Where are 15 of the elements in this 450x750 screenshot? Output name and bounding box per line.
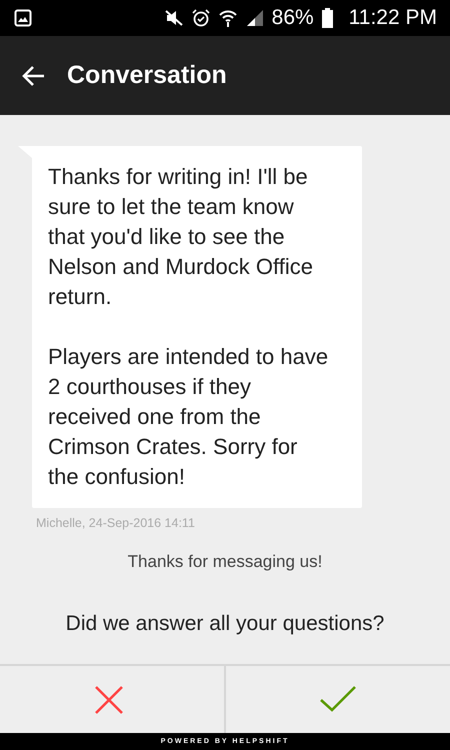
back-button[interactable] [21,64,45,86]
alarm-icon [192,9,210,27]
screen-title: Conversation [67,61,227,90]
message-meta: Michelle, 24-Sep-2016 14:11 [36,516,195,530]
battery-percentage: 86% [272,6,314,30]
message-text: Players are intended to have 2 courthouses if they received one from the Crimson Crates. Sorry for the confusion! [48,343,330,491]
question-text: Did we answer all your questions? [66,612,384,636]
mute-icon [164,9,184,27]
battery-icon [322,8,333,28]
wifi-icon [218,9,238,27]
notice-text: Thanks for messaging us! [128,552,322,572]
image-icon [14,9,32,27]
signal-icon [246,9,264,27]
clock-time: 11:22 PM [348,6,437,30]
message-text: Thanks for writing in! I'll be sure to let the team know that you'd like to see the Nelson and Murdock Office return. [48,163,314,311]
